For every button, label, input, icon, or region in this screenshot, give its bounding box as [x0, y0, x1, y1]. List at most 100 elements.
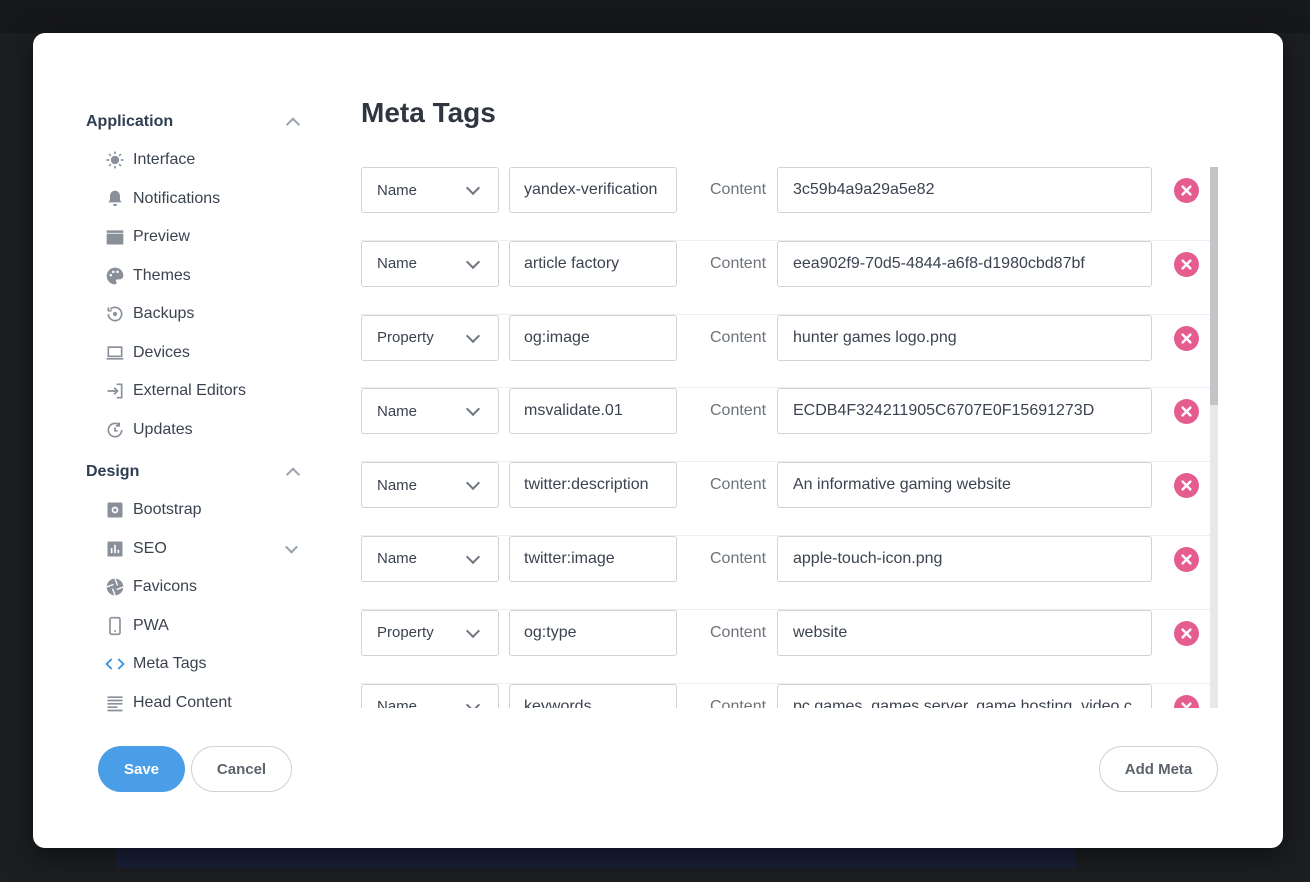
meta-tag-list: Name yandex-verification Content 3c59b4a… — [360, 167, 1210, 708]
close-icon — [1181, 480, 1192, 491]
sidebar-item-notifications[interactable]: Notifications — [86, 180, 306, 219]
close-icon — [1181, 406, 1192, 417]
meta-content-input[interactable]: apple-touch-icon.png — [777, 535, 1152, 582]
meta-type-select[interactable]: Property — [361, 609, 499, 656]
sidebar-item-interface[interactable]: Interface — [86, 141, 306, 180]
save-button[interactable]: Save — [98, 746, 185, 792]
sidebar-item-bootstrap[interactable]: Bootstrap — [86, 491, 306, 530]
sidebar-item-label: Interface — [133, 151, 196, 169]
sidebar-item-backups[interactable]: Backups — [86, 295, 306, 334]
remove-meta-button[interactable] — [1174, 325, 1199, 351]
chevron-down-icon — [465, 623, 481, 638]
list-scrollbar[interactable] — [1210, 167, 1218, 708]
meta-type-value: Property — [377, 329, 434, 347]
meta-row: Name twitter:description Content An info… — [360, 462, 1210, 536]
sidebar-item-favicons[interactable]: Favicons — [86, 568, 306, 607]
meta-name-input[interactable]: twitter:description — [509, 462, 677, 509]
meta-content-input[interactable]: An informative gaming website — [777, 462, 1152, 509]
meta-content-input[interactable]: pc games, games server, game hosting, vi… — [777, 683, 1152, 708]
close-icon — [1181, 185, 1192, 196]
meta-type-value: Name — [377, 698, 418, 708]
meta-row: Name msvalidate.01 Content ECDB4F3242119… — [360, 388, 1210, 463]
chevron-down-icon — [465, 328, 481, 343]
chevron-down-icon — [465, 549, 481, 565]
settings-dialog: Application Interface Notifications Prev… — [33, 33, 1283, 848]
history-icon — [104, 303, 126, 325]
meta-name-input[interactable]: keywords — [509, 683, 677, 708]
remove-meta-button[interactable] — [1174, 178, 1199, 203]
sidebar-item-devices[interactable]: Devices — [86, 334, 306, 373]
chevron-up-icon — [285, 467, 301, 482]
remove-meta-button[interactable] — [1174, 399, 1199, 425]
chevron-down-icon — [465, 254, 481, 269]
aperture-icon — [104, 576, 126, 598]
sidebar-item-label: Meta Tags — [133, 655, 207, 673]
meta-type-value: Name — [377, 255, 418, 273]
meta-type-select[interactable]: Name — [361, 167, 499, 213]
chevron-down-icon — [465, 402, 481, 417]
remove-meta-button[interactable] — [1174, 546, 1199, 572]
meta-row: Property og:image Content hunter games l… — [360, 314, 1210, 389]
meta-type-value: Name — [377, 402, 418, 420]
meta-content-input[interactable]: hunter games logo.png — [777, 314, 1152, 361]
sidebar-item-updates[interactable]: Updates — [86, 411, 306, 450]
laptop-icon — [104, 342, 126, 364]
sidebar-item-label: SEO — [133, 539, 167, 557]
chevron-down-icon[interactable] — [285, 540, 298, 554]
sidebar-item-preview[interactable]: Preview — [86, 218, 306, 257]
meta-type-value: Name — [377, 550, 418, 568]
meta-type-select[interactable]: Name — [361, 535, 499, 582]
close-icon — [1181, 702, 1192, 708]
meta-name-input[interactable]: og:image — [509, 314, 677, 361]
remove-meta-button[interactable] — [1174, 251, 1199, 277]
meta-row: Name keywords Content pc games, games se… — [360, 683, 1210, 708]
meta-row: Name yandex-verification Content 3c59b4a… — [360, 167, 1210, 241]
sidebar-item-themes[interactable]: Themes — [86, 257, 306, 296]
page-title: Meta Tags — [361, 97, 496, 128]
sidebar-item-label: PWA — [133, 616, 169, 634]
meta-content-input[interactable]: 3c59b4a9a29a5e82 — [777, 167, 1152, 213]
meta-name-input[interactable]: yandex-verification — [509, 167, 677, 213]
meta-content-input[interactable]: eea902f9-70d5-4844-a6f8-d1980cbd87bf — [777, 240, 1152, 287]
sidebar-item-label: Bootstrap — [133, 501, 202, 519]
chevron-down-icon — [465, 697, 481, 708]
meta-type-select[interactable]: Property — [361, 314, 499, 361]
refresh-icon — [104, 419, 126, 441]
meta-type-value: Property — [377, 624, 434, 642]
section-header-application[interactable]: Application — [86, 103, 306, 141]
remove-meta-button[interactable] — [1174, 473, 1199, 499]
sidebar-item-head-content[interactable]: Head Content — [86, 684, 306, 723]
sidebar-item-external-editors[interactable]: External Editors — [86, 372, 306, 411]
settings-sidebar: Application Interface Notifications Prev… — [86, 103, 306, 722]
sidebar-item-seo[interactable]: SEO — [86, 530, 306, 569]
remove-meta-button[interactable] — [1174, 694, 1199, 708]
sidebar-item-pwa[interactable]: PWA — [86, 607, 306, 646]
export-icon — [104, 380, 126, 402]
meta-name-input[interactable]: article factory — [509, 240, 677, 287]
meta-row: Name twitter:image Content apple-touch-i… — [360, 535, 1210, 610]
section-header-design[interactable]: Design — [86, 453, 306, 491]
meta-type-select[interactable]: Name — [361, 462, 499, 509]
cancel-button[interactable]: Cancel — [191, 746, 292, 792]
meta-name-input[interactable]: og:type — [509, 609, 677, 656]
meta-type-select[interactable]: Name — [361, 388, 499, 435]
scrollbar-thumb[interactable] — [1210, 167, 1218, 405]
content-label: Content — [710, 697, 767, 708]
meta-name-input[interactable]: twitter:image — [509, 535, 677, 582]
meta-type-select[interactable]: Name — [361, 683, 499, 708]
meta-content-input[interactable]: website — [777, 609, 1152, 656]
remove-meta-button[interactable] — [1174, 620, 1199, 646]
sidebar-item-meta-tags[interactable]: Meta Tags — [86, 645, 306, 684]
gear-icon — [104, 499, 126, 521]
add-meta-button[interactable]: Add Meta — [1099, 746, 1218, 792]
content-label: Content — [710, 254, 767, 272]
close-icon — [1181, 554, 1192, 565]
chevron-up-icon — [285, 117, 301, 132]
content-label: Content — [710, 181, 767, 198]
bar-chart-icon — [104, 538, 126, 560]
meta-row: Property og:type Content website — [360, 609, 1210, 684]
meta-name-input[interactable]: msvalidate.01 — [509, 388, 677, 435]
phone-icon — [104, 615, 126, 637]
meta-type-select[interactable]: Name — [361, 240, 499, 287]
meta-content-input[interactable]: ECDB4F324211905C6707E0F15691273D — [777, 388, 1152, 435]
